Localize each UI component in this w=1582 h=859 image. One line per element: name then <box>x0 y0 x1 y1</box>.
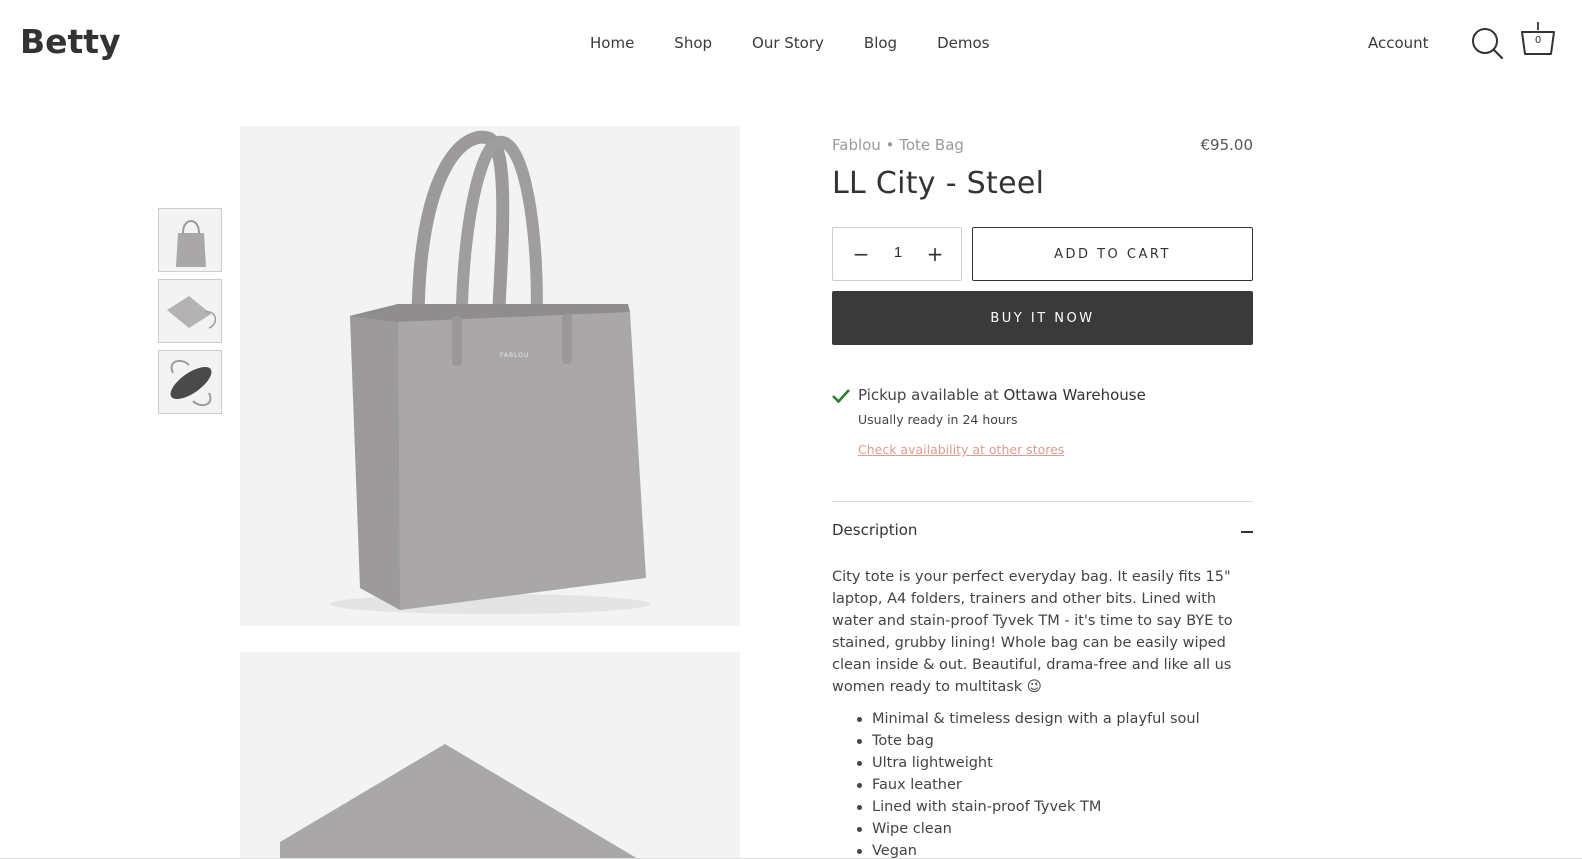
pickup-status: Pickup available at Ottawa Warehouse <box>858 386 1146 404</box>
nav-demos[interactable]: Demos <box>917 31 1009 55</box>
quantity-increase-button[interactable]: + <box>923 243 947 267</box>
thumbnail-3[interactable] <box>158 350 222 414</box>
site-logo[interactable]: Betty <box>20 22 121 61</box>
pickup-location: Ottawa Warehouse <box>1003 386 1146 404</box>
feature-list: Minimal & timeless design with a playful… <box>832 708 1253 859</box>
search-icon[interactable] <box>1470 26 1504 60</box>
pickup-ready-time: Usually ready in 24 hours <box>858 412 1018 427</box>
quantity-input[interactable] <box>883 244 913 261</box>
feature-item: Minimal & timeless design with a playful… <box>832 708 1253 730</box>
check-icon <box>832 389 850 404</box>
thumbnail-list <box>158 208 222 421</box>
buy-now-button[interactable]: BUY IT NOW <box>832 291 1253 345</box>
description-title: Description <box>832 521 918 539</box>
thumbnail-2[interactable] <box>158 279 222 343</box>
purchase-row: − + ADD TO CART <box>832 227 1253 281</box>
description-text: City tote is your perfect everyday bag. … <box>832 569 1233 695</box>
feature-item: Tote bag <box>832 730 1253 752</box>
nav-shop[interactable]: Shop <box>654 31 732 55</box>
feature-item: Ultra lightweight <box>832 752 1253 774</box>
product-price: €95.00 <box>1200 136 1254 154</box>
thumbnail-1[interactable] <box>158 208 222 272</box>
nav-home[interactable]: Home <box>570 31 654 55</box>
add-to-cart-button[interactable]: ADD TO CART <box>972 227 1253 281</box>
nav-our-story[interactable]: Our Story <box>732 31 844 55</box>
section-divider <box>832 501 1253 502</box>
pickup-prefix: Pickup available at <box>858 386 999 404</box>
site-header: Betty Home Shop Our Story Blog Demos Acc… <box>0 0 1582 86</box>
description-accordion-header[interactable]: Description <box>832 521 1253 543</box>
tote-flat-illustration <box>280 744 639 859</box>
cart-count-badge: 0 <box>1534 35 1542 46</box>
vendor-link[interactable]: Fablou <box>832 136 881 154</box>
tote-flat-thumb-image <box>167 296 217 329</box>
main-nav: Home Shop Our Story Blog Demos <box>570 31 1009 55</box>
account-link[interactable]: Account <box>1368 31 1429 55</box>
tote-logo-text: FABLOU <box>500 352 530 359</box>
product-info: Fablou • Tote Bag €95.00 LL City - Steel… <box>832 136 1253 859</box>
meta-separator: • <box>885 136 895 154</box>
tote-bag-illustration <box>330 130 650 614</box>
feature-item: Faux leather <box>832 774 1253 796</box>
product-secondary-image[interactable] <box>240 652 740 859</box>
feature-item: Lined with stain-proof Tyvek TM <box>832 796 1253 818</box>
product-title: LL City - Steel <box>832 166 1045 201</box>
check-other-stores-link[interactable]: Check availability at other stores <box>858 442 1064 457</box>
quantity-decrease-button[interactable]: − <box>849 243 873 267</box>
nav-blog[interactable]: Blog <box>844 31 917 55</box>
product-main-image[interactable]: FABLOU <box>240 126 740 626</box>
vendor-line: Fablou • Tote Bag <box>832 136 964 154</box>
tote-top-thumb-image <box>170 359 212 407</box>
feature-item: Vegan <box>832 840 1253 859</box>
feature-item: Wipe clean <box>832 818 1253 840</box>
product-type-link[interactable]: Tote Bag <box>899 136 964 154</box>
quantity-stepper: − + <box>832 227 962 281</box>
collapse-icon[interactable] <box>1241 531 1253 533</box>
tote-front-thumb-image <box>176 220 206 267</box>
product-meta: Fablou • Tote Bag €95.00 <box>832 136 1253 158</box>
